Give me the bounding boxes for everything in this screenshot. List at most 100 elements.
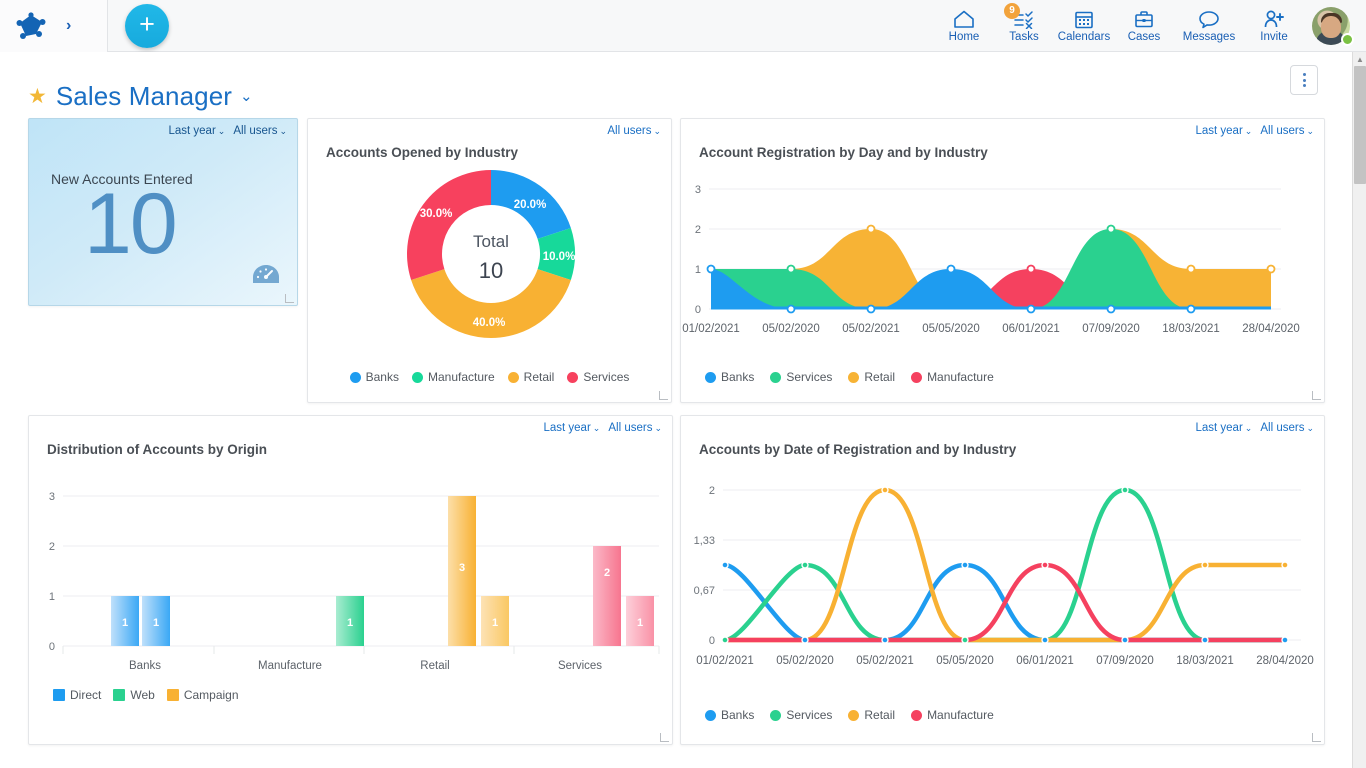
scrollbar-thumb[interactable]: [1354, 66, 1366, 184]
filter-users[interactable]: All users⌄: [1260, 422, 1314, 434]
legend-item-services[interactable]: Services: [770, 708, 832, 722]
nav-item-home[interactable]: Home: [934, 0, 994, 52]
data-point: [1122, 637, 1128, 643]
nav-label-home: Home: [949, 32, 980, 44]
filter-period[interactable]: Last year⌄: [1195, 125, 1252, 137]
widget-accounts-opened-by-industry[interactable]: All users⌄ Accounts Opened by Industry T…: [307, 118, 672, 403]
filter-users[interactable]: All users⌄: [233, 125, 287, 137]
resize-handle[interactable]: [1312, 733, 1321, 742]
nav-label-messages: Messages: [1183, 32, 1235, 44]
legend-item-manufacture[interactable]: Manufacture: [911, 708, 994, 722]
kebab-dot: [1303, 79, 1306, 82]
dashboard-menu-button[interactable]: [1290, 65, 1318, 95]
area-legend: Banks Services Retail Manufacture: [681, 370, 1324, 384]
line-legend: Banks Services Retail Manufacture: [681, 708, 1324, 722]
legend-dot: [848, 710, 859, 721]
data-point: [1188, 306, 1195, 313]
bar[interactable]: [593, 546, 621, 646]
filter-users[interactable]: All users⌄: [608, 422, 662, 434]
legend-dot: [412, 372, 423, 383]
filter-period[interactable]: Last year⌄: [1195, 422, 1252, 434]
filter-period[interactable]: Last year⌄: [168, 125, 225, 137]
resize-handle[interactable]: [660, 733, 669, 742]
nav-item-cases[interactable]: Cases: [1114, 0, 1174, 52]
nav-item-calendars[interactable]: Calendars: [1054, 0, 1114, 52]
data-point: [1028, 306, 1035, 313]
chevron-down-icon: ⌄: [593, 423, 601, 433]
legend-item-retail[interactable]: Retail: [508, 370, 555, 384]
widget-filters: Last year⌄ All users⌄: [1195, 422, 1314, 434]
legend-item-services[interactable]: Services: [567, 370, 629, 384]
crm-logo-icon[interactable]: [14, 10, 48, 42]
data-point: [722, 562, 728, 568]
legend-item-banks[interactable]: Banks: [705, 370, 754, 384]
y-tick: 1: [49, 591, 55, 603]
filter-period[interactable]: Last year⌄: [543, 422, 600, 434]
widget-title: Accounts by Date of Registration and by …: [699, 442, 1016, 457]
legend-item-retail[interactable]: Retail: [848, 708, 895, 722]
legend-item-campaign[interactable]: Campaign: [167, 688, 239, 702]
add-button[interactable]: +: [125, 4, 169, 48]
legend-item-web[interactable]: Web: [113, 688, 154, 702]
x-tick: Services: [558, 660, 602, 672]
scroll-up-icon[interactable]: ▲: [1353, 52, 1366, 66]
widget-account-registration-by-day[interactable]: Last year⌄ All users⌄ Account Registrati…: [680, 118, 1325, 403]
filter-users[interactable]: All users⌄: [1260, 125, 1314, 137]
x-tick: Banks: [129, 660, 161, 672]
data-point: [1108, 226, 1115, 233]
widget-accounts-by-date-of-registration[interactable]: Last year⌄ All users⌄ Accounts by Date o…: [680, 415, 1325, 745]
legend-item-manufacture[interactable]: Manufacture: [911, 370, 994, 384]
legend-item-services[interactable]: Services: [770, 370, 832, 384]
legend-dot: [705, 372, 716, 383]
resize-handle[interactable]: [285, 294, 294, 303]
y-tick: 2: [49, 541, 55, 553]
chevron-down-icon: ⌄: [218, 126, 226, 136]
bar-value: 3: [459, 562, 465, 574]
chevron-down-icon[interactable]: ⌄: [240, 87, 253, 105]
legend-swatch: [53, 689, 65, 701]
nav-item-messages[interactable]: Messages: [1174, 0, 1244, 52]
widget-title: Distribution of Accounts by Origin: [47, 442, 267, 457]
filter-users[interactable]: All users⌄: [607, 125, 661, 137]
y-tick: 2: [695, 224, 701, 236]
legend-item-banks[interactable]: Banks: [705, 708, 754, 722]
y-tick: 0: [49, 641, 55, 653]
page-header: ★ Sales Manager ⌄: [0, 52, 1352, 118]
widget-filters: All users⌄: [607, 125, 661, 137]
vertical-scrollbar[interactable]: ▲: [1352, 52, 1366, 768]
legend-swatch: [113, 689, 125, 701]
x-tick: 05/05/2020: [922, 323, 980, 335]
nav-item-invite[interactable]: Invite: [1244, 0, 1304, 52]
bar-legend: Direct Web Campaign: [29, 688, 672, 702]
legend-item-manufacture[interactable]: Manufacture: [412, 370, 495, 384]
data-point: [882, 487, 888, 493]
nav-item-tasks[interactable]: 9 Tasks: [994, 0, 1054, 52]
chevron-down-icon: ⌄: [279, 126, 287, 136]
resize-handle[interactable]: [659, 391, 668, 400]
legend-item-banks[interactable]: Banks: [350, 370, 399, 384]
dashboard-page: ★ Sales Manager ⌄ Last year⌄ All users⌄ …: [0, 52, 1352, 768]
resize-handle[interactable]: [1312, 391, 1321, 400]
sidebar-expand-icon[interactable]: ›: [52, 17, 71, 35]
y-tick: 1: [695, 264, 701, 276]
widget-new-accounts-entered[interactable]: Last year⌄ All users⌄ New Accounts Enter…: [28, 118, 298, 306]
data-point: [708, 266, 715, 273]
avatar[interactable]: [1304, 0, 1358, 52]
y-tick: 0: [709, 635, 715, 647]
bar-value: 2: [604, 567, 610, 579]
star-icon[interactable]: ★: [28, 84, 47, 109]
data-point: [1188, 266, 1195, 273]
data-point: [962, 637, 968, 643]
x-tick: 06/01/2021: [1016, 655, 1074, 667]
y-tick: 3: [49, 491, 55, 503]
widget-distribution-of-accounts-by-origin[interactable]: Last year⌄ All users⌄ Distribution of Ac…: [28, 415, 673, 745]
kebab-dot: [1303, 73, 1306, 76]
bar-chart: 3 2 1 0 1 1 1: [29, 474, 674, 689]
legend-item-retail[interactable]: Retail: [848, 370, 895, 384]
data-point: [722, 637, 728, 643]
y-tick: 0,67: [694, 585, 715, 597]
x-tick: 05/02/2021: [842, 323, 900, 335]
widget-filters: Last year⌄ All users⌄: [543, 422, 662, 434]
legend-item-direct[interactable]: Direct: [53, 688, 101, 702]
x-tick: 01/02/2021: [696, 655, 754, 667]
